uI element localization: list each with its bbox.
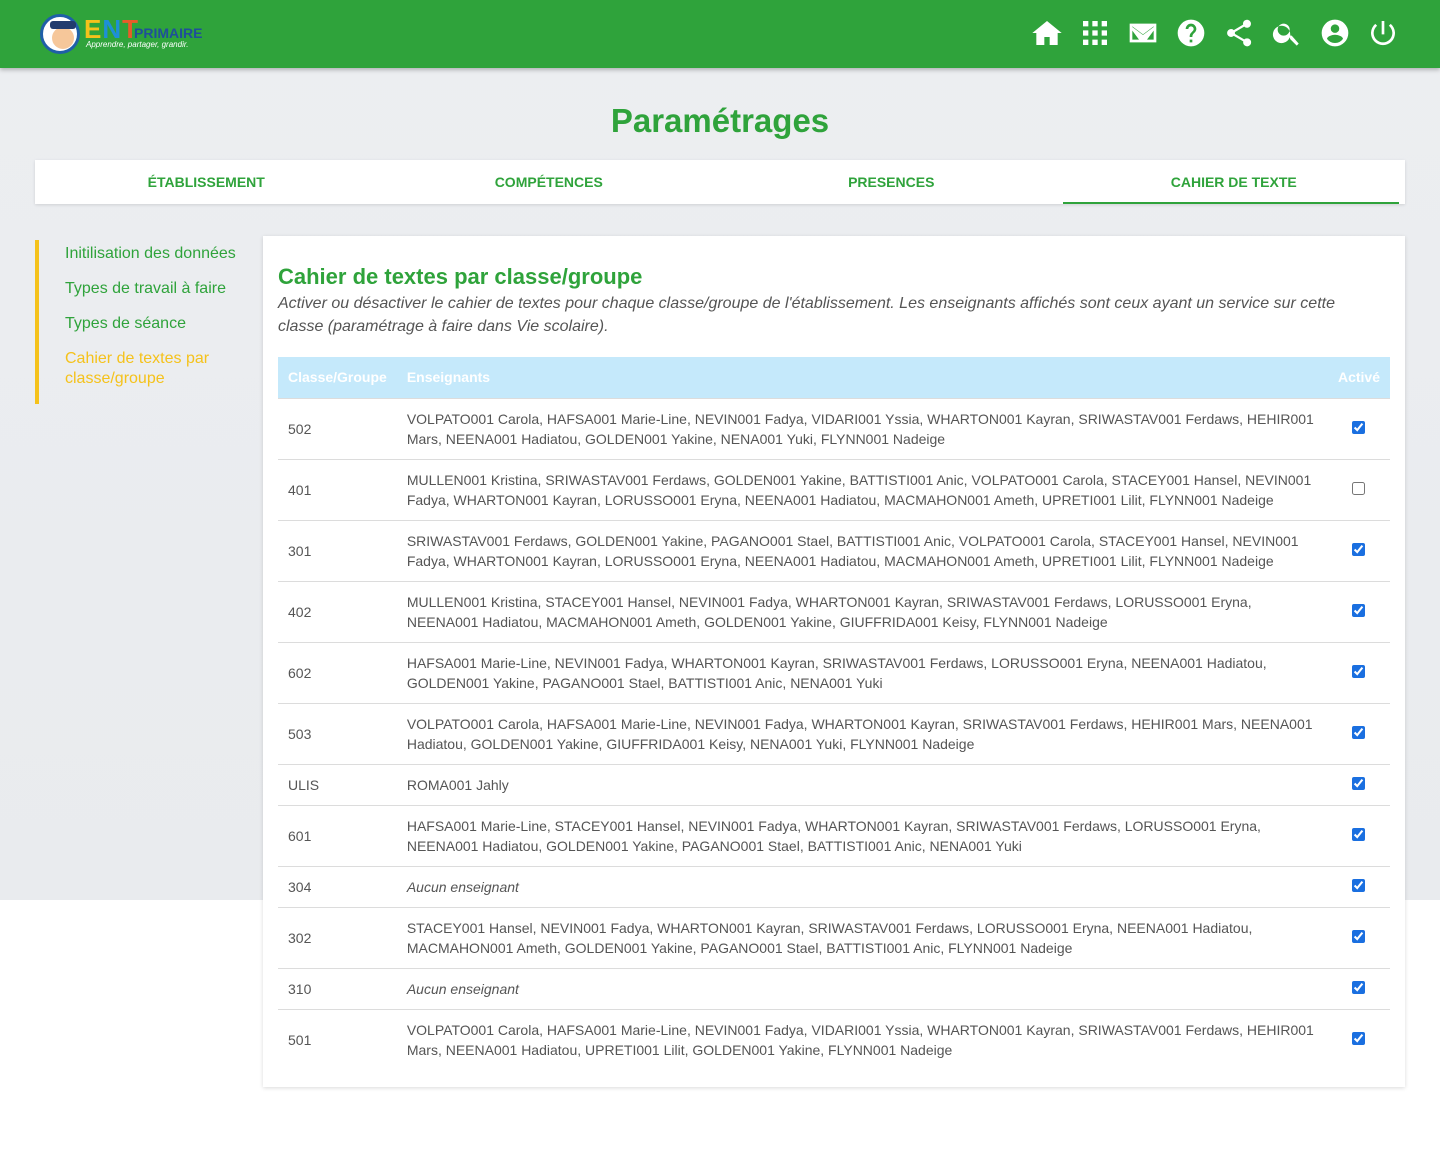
active-checkbox[interactable] (1352, 878, 1366, 892)
cell-enseignants: ROMA001 Jahly (406, 776, 509, 793)
header-classe[interactable]: Classe/Groupe (278, 357, 397, 398)
logo-tagline: Apprendre, partager, grandir. (86, 40, 189, 49)
cell-enseignants: MULLEN001 Kristina, SRIWASTAV001 Ferdaws… (406, 471, 1312, 508)
table-row: 601 HAFSA001 Marie-Line, STACEY001 Hansel… (278, 805, 1390, 866)
sidebar-item-types-seance[interactable]: Types de séance (65, 314, 245, 334)
header-enseignants[interactable]: Enseignants (397, 357, 1328, 398)
active-checkbox[interactable] (1352, 776, 1366, 790)
table-row: 602 HAFSA001 Marie-Line, NEVIN001 Fadya, … (278, 642, 1390, 703)
table-row: 304 Aucun enseignant (278, 866, 1390, 907)
cell-active (1328, 642, 1390, 703)
logo-mascot (40, 14, 80, 54)
cell-classe: 310 (288, 980, 312, 997)
table-header-row: Classe/Groupe Enseignants Activé (278, 357, 1390, 398)
cell-classe: 301 (288, 542, 312, 559)
active-checkbox[interactable] (1352, 542, 1366, 556)
cell-classe: 601 (288, 827, 312, 844)
cell-classe: 402 (288, 603, 312, 620)
cell-classe: 602 (288, 664, 312, 681)
cell-active (1328, 459, 1390, 520)
cell-enseignants: Aucun enseignant (406, 878, 519, 895)
tab-cahier-de-texte[interactable]: CAHIER DE TEXTE (1062, 160, 1406, 204)
cell-active (1328, 1009, 1390, 1070)
tab-competences[interactable]: COMPÉTENCES (378, 160, 721, 204)
active-checkbox[interactable] (1352, 929, 1366, 943)
table-row: 310 Aucun enseignant (278, 968, 1390, 1009)
cell-active (1328, 520, 1390, 581)
cell-active (1328, 866, 1390, 907)
table-row: 501 VOLPATO001 Carola, HAFSA001 Marie-Lin… (278, 1009, 1390, 1070)
active-checkbox[interactable] (1352, 420, 1366, 434)
page-title: Paramétrages (610, 102, 830, 139)
cell-classe: ULIS (288, 776, 320, 793)
active-checkbox[interactable] (1352, 1031, 1366, 1045)
table-row: 302 STACEY001 Hansel, NEVIN001 Fadya, WHA… (278, 907, 1390, 968)
cell-enseignants: HAFSA001 Marie-Line, STACEY001 Hansel, N… (406, 817, 1261, 854)
header-icons (1030, 14, 1400, 52)
classes-table: Classe/Groupe Enseignants Activé 502 VOLP… (278, 357, 1390, 1070)
active-checkbox[interactable] (1352, 980, 1366, 994)
power-icon[interactable] (1366, 14, 1400, 52)
ent-logo[interactable]: ENT PRIMAIRE Apprendre, partager, grandi… (38, 12, 213, 56)
cell-enseignants: VOLPATO001 Carola, HAFSA001 Marie-Line, … (406, 1021, 1314, 1058)
share-icon[interactable] (1222, 14, 1256, 52)
active-checkbox[interactable] (1352, 603, 1366, 617)
cell-active (1328, 968, 1390, 1009)
cell-active (1328, 398, 1390, 459)
cell-active (1328, 907, 1390, 968)
table-row: 502 VOLPATO001 Carola, HAFSA001 Marie-Lin… (278, 398, 1390, 459)
search-icon[interactable] (1270, 14, 1304, 52)
logo-primaire-text: PRIMAIRE (134, 25, 203, 41)
table-row: 401 MULLEN001 Kristina, SRIWASTAV001 Ferd… (278, 459, 1390, 520)
cell-classe: 502 (288, 420, 312, 437)
sidebar-menu: Initilisation des données Types de trava… (35, 240, 245, 404)
cell-classe: 302 (288, 929, 312, 946)
card-title: Cahier de textes par classe/groupe (278, 264, 643, 289)
card-description: Activer ou désactiver le cahier de texte… (278, 295, 1335, 335)
cahier-textes-card: Cahier de textes par classe/groupe Activ… (263, 236, 1405, 1087)
mail-icon[interactable] (1126, 14, 1160, 52)
cell-active (1328, 805, 1390, 866)
account-icon[interactable] (1318, 14, 1352, 52)
cell-enseignants: Aucun enseignant (406, 980, 519, 997)
home-icon[interactable] (1030, 14, 1064, 52)
table-row: ULIS ROMA001 Jahly (278, 764, 1390, 805)
cell-active (1328, 764, 1390, 805)
settings-tabs: ÉTABLISSEMENT COMPÉTENCES PRESENCES CAHI… (35, 160, 1405, 204)
table-row: 503 VOLPATO001 Carola, HAFSA001 Marie-Lin… (278, 703, 1390, 764)
cell-classe: 304 (288, 878, 312, 895)
tab-presences[interactable]: PRESENCES (720, 160, 1063, 204)
active-checkbox[interactable] (1352, 827, 1366, 841)
table-row: 402 MULLEN001 Kristina, STACEY001 Hansel,… (278, 581, 1390, 642)
table-body: 502 VOLPATO001 Carola, HAFSA001 Marie-Lin… (278, 398, 1390, 1070)
cell-enseignants: HAFSA001 Marie-Line, NEVIN001 Fadya, WHA… (406, 654, 1267, 691)
help-icon[interactable] (1174, 14, 1208, 52)
cell-enseignants: VOLPATO001 Carola, HAFSA001 Marie-Line, … (406, 410, 1314, 447)
sidebar-item-initialisation[interactable]: Initilisation des données (65, 244, 245, 264)
sidebar-item-cahier-textes[interactable]: Cahier de textes par classe/groupe (65, 349, 245, 389)
cell-enseignants: VOLPATO001 Carola, HAFSA001 Marie-Line, … (406, 715, 1313, 752)
active-checkbox[interactable] (1352, 725, 1366, 739)
top-bar: ENT PRIMAIRE Apprendre, partager, grandi… (0, 0, 1440, 68)
cell-enseignants: STACEY001 Hansel, NEVIN001 Fadya, WHARTO… (406, 919, 1253, 956)
table-row: 301 SRIWASTAV001 Ferdaws, GOLDEN001 Yakin… (278, 520, 1390, 581)
cell-enseignants: SRIWASTAV001 Ferdaws, GOLDEN001 Yakine, … (406, 532, 1299, 569)
active-checkbox[interactable] (1352, 481, 1366, 495)
cell-classe: 503 (288, 725, 312, 742)
header-active[interactable]: Activé (1328, 357, 1390, 398)
apps-grid-icon[interactable] (1078, 14, 1112, 52)
active-checkbox[interactable] (1352, 664, 1366, 678)
tab-etablissement[interactable]: ÉTABLISSEMENT (35, 160, 378, 204)
cell-enseignants: MULLEN001 Kristina, STACEY001 Hansel, NE… (406, 593, 1252, 630)
cell-classe: 501 (288, 1031, 312, 1048)
cell-active (1328, 581, 1390, 642)
cell-classe: 401 (288, 481, 312, 498)
cell-active (1328, 703, 1390, 764)
sidebar-item-types-travail[interactable]: Types de travail à faire (65, 279, 245, 299)
